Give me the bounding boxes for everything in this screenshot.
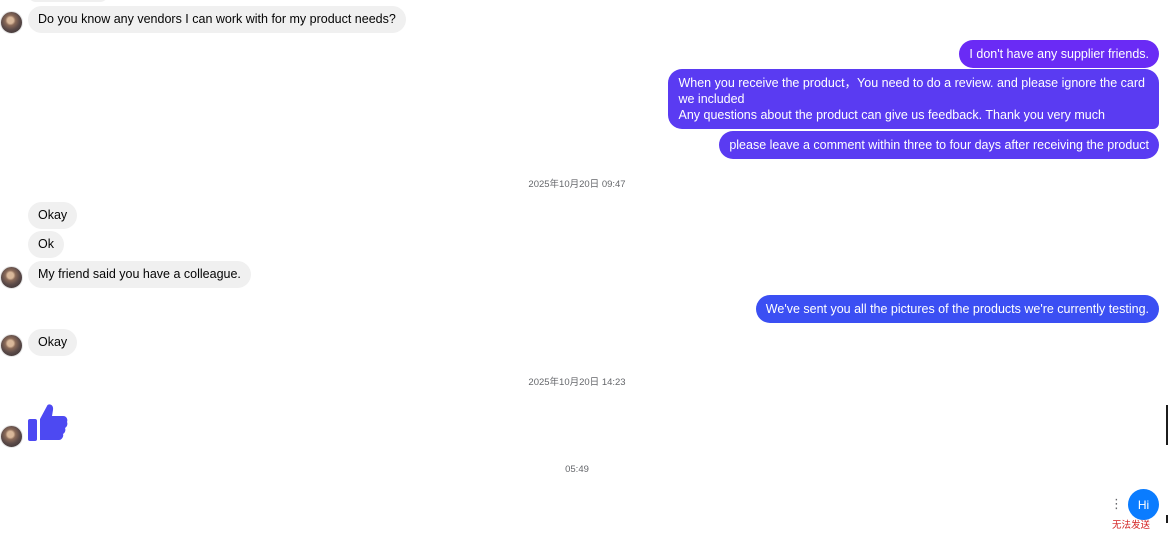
top-cut-bubble	[28, 0, 108, 2]
timestamp: 05:49	[565, 464, 589, 475]
scrollbar[interactable]	[1166, 405, 1168, 445]
incoming-message[interactable]: My friend said you have a colleague.	[28, 261, 251, 288]
avatar[interactable]	[0, 425, 23, 448]
pending-message[interactable]: Hi	[1128, 489, 1159, 520]
outgoing-message[interactable]: We've sent you all the pictures of the p…	[755, 295, 1159, 323]
outgoing-message[interactable]: please leave a comment within three to f…	[719, 131, 1159, 159]
outgoing-message[interactable]: I don't have any supplier friends.	[959, 40, 1159, 68]
avatar[interactable]	[0, 11, 23, 34]
message-line: Any questions about the product can give…	[678, 108, 1105, 122]
message-line: When you receive the product，You need to…	[678, 76, 1145, 90]
timestamp: 2025年10月20日 09:47	[528, 179, 626, 190]
thumbs-up-icon[interactable]	[27, 402, 69, 442]
incoming-message[interactable]: Okay	[28, 329, 78, 356]
incoming-message[interactable]: Okay	[28, 202, 78, 229]
avatar[interactable]	[0, 334, 23, 357]
avatar[interactable]	[0, 266, 23, 289]
incoming-message[interactable]: Do you know any vendors I can work with …	[28, 6, 406, 33]
more-options-icon[interactable]: ⋮	[1110, 496, 1123, 512]
incoming-message[interactable]: Ok	[28, 231, 64, 258]
scrollbar-tail	[1166, 515, 1168, 523]
send-error-label[interactable]: 无法发送	[1112, 517, 1150, 531]
message-line: we included	[678, 92, 745, 106]
outgoing-message[interactable]: When you receive the product，You need to…	[668, 69, 1159, 129]
timestamp: 2025年10月20日 14:23	[528, 377, 626, 388]
